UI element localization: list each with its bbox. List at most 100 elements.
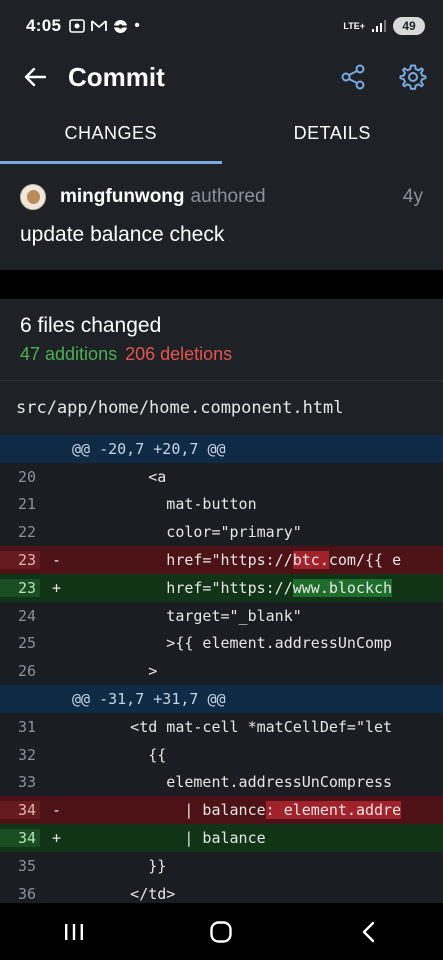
- gmail-icon: [91, 20, 108, 31]
- diff-line: 35 }}: [0, 851, 443, 880]
- diff-line: 20 <a: [0, 462, 443, 491]
- code-text: | balance: [60, 829, 443, 847]
- code-text: mat-button: [76, 495, 257, 514]
- tab-details[interactable]: DETAILS: [222, 102, 443, 164]
- system-nav-bar: [0, 903, 443, 960]
- line-number: 31: [18, 717, 37, 736]
- recents-icon: [64, 923, 83, 940]
- change-stats: 47 additions 206 deletions: [20, 344, 232, 365]
- commit-age: 4y: [402, 186, 423, 207]
- diff-marker: +: [52, 829, 62, 848]
- diff-line: 21 mat-button: [0, 490, 443, 519]
- code-text: </td>: [76, 884, 176, 903]
- app-bar: Commit: [0, 52, 443, 102]
- pokemon-icon: [114, 19, 128, 33]
- line-number: 34: [0, 829, 40, 848]
- line-number: 33: [18, 773, 37, 792]
- notification-icons: •: [69, 17, 140, 35]
- file-header[interactable]: src/app/home/home.component.html: [0, 381, 443, 435]
- back-button[interactable]: [0, 52, 70, 102]
- diff-hunk-header: @@ -31,7 +31,7 @@: [0, 685, 443, 713]
- diff-line: 25 >{{ element.addressUnComp: [0, 629, 443, 658]
- code-segment: | balance: [76, 801, 266, 820]
- line-number: 25: [18, 634, 37, 653]
- line-number: 24: [18, 606, 37, 625]
- diff-line: 26 >: [0, 657, 443, 686]
- avatar[interactable]: [20, 184, 46, 210]
- status-bar: 4:05 • LTE+ 49: [0, 0, 443, 52]
- line-number: 32: [18, 745, 37, 764]
- line-number: 34: [0, 801, 40, 820]
- file-path: src/app/home/home.component.html: [16, 398, 344, 418]
- diff-line: 32 {{: [0, 740, 443, 769]
- code-highlight: : element.addre: [265, 801, 402, 820]
- code-segment: com/{{ e: [328, 551, 402, 570]
- network-label: LTE+: [343, 20, 365, 31]
- code-segment: href="https://: [76, 578, 293, 597]
- diff-line: 36 </td>: [0, 879, 443, 903]
- tab-bar: CHANGES DETAILS: [0, 102, 443, 164]
- code-segment: | balance: [76, 829, 266, 848]
- line-number: 21: [18, 495, 37, 514]
- commit-header: mingfunwong authored 4y update balance c…: [0, 164, 443, 270]
- commit-message: update balance check: [20, 223, 225, 246]
- change-summary: 6 files changed 47 additions 206 deletion…: [0, 299, 443, 381]
- diff-line: 24 target="_blank": [0, 601, 443, 630]
- diff-line: 22 color="primary": [0, 518, 443, 547]
- files-changed-count: 6 files changed: [20, 314, 162, 337]
- code-text: href="https://btc.com/{{ e: [60, 551, 443, 570]
- author-name[interactable]: mingfunwong: [60, 186, 185, 208]
- code-text: element.addressUnCompress: [76, 773, 393, 792]
- gear-icon: [399, 64, 427, 90]
- back-nav-button[interactable]: [329, 903, 409, 960]
- signal-icon: [372, 20, 386, 32]
- code-highlight: www.blockch: [292, 578, 393, 597]
- line-number: 23: [0, 551, 40, 570]
- status-time: 4:05: [26, 16, 62, 35]
- screenshot-icon: [69, 19, 86, 33]
- code-text: target="_blank": [76, 606, 302, 625]
- battery-icon: 49: [393, 17, 425, 35]
- deletions-count: 206 deletions: [125, 344, 233, 364]
- code-text: >{{ element.addressUnComp: [76, 634, 393, 653]
- line-number: 26: [18, 662, 37, 681]
- diff-line: 34- | balance: element.addre: [0, 796, 443, 825]
- diff-view[interactable]: @@ -20,7 +20,7 @@ 20 <a 21 mat-button 22 co…: [0, 435, 443, 903]
- code-text: >: [76, 662, 158, 681]
- chevron-left-icon: [362, 921, 375, 942]
- code-text: @@ -31,7 +31,7 @@: [72, 690, 226, 709]
- line-number: 35: [18, 856, 37, 875]
- diff-marker: -: [52, 801, 62, 820]
- code-text: {{: [76, 745, 167, 764]
- tab-label: CHANGES: [64, 122, 157, 143]
- tab-label: DETAILS: [293, 122, 371, 143]
- diff-line: 33 element.addressUnCompress: [0, 768, 443, 797]
- code-highlight: btc.: [292, 551, 329, 570]
- diff-line: 34 + | balance: [0, 824, 443, 852]
- line-number: 36: [18, 884, 37, 903]
- recents-button[interactable]: [34, 903, 114, 960]
- line-number: 23: [0, 578, 40, 597]
- code-text: | balance: element.addre: [60, 801, 443, 820]
- additions-count: 47 additions: [20, 344, 118, 364]
- code-text: color="primary": [76, 523, 302, 542]
- code-text: }}: [76, 856, 167, 875]
- settings-button[interactable]: [383, 52, 443, 102]
- diff-line: 31 <td mat-cell *matCellDef="let: [0, 712, 443, 741]
- line-number: 22: [18, 523, 37, 542]
- diff-line: 23- href="https://btc.com/{{ e: [0, 546, 443, 574]
- home-button[interactable]: [181, 903, 261, 960]
- home-icon: [210, 920, 233, 943]
- tab-changes[interactable]: CHANGES: [0, 102, 222, 164]
- line-number: 20: [18, 467, 37, 486]
- diff-hunk-header: @@ -20,7 +20,7 @@: [0, 435, 443, 463]
- share-button[interactable]: [323, 52, 383, 102]
- authored-label: authored: [190, 186, 266, 207]
- diff-marker: -: [52, 551, 62, 570]
- section-divider: [0, 270, 443, 299]
- dot-icon: •: [134, 17, 140, 34]
- code-text: href="https://www.blockch: [60, 578, 443, 597]
- page-title: Commit: [68, 61, 165, 92]
- diff-line: 23 + href="https://www.blockch: [0, 573, 443, 602]
- arrow-back-icon: [24, 67, 46, 87]
